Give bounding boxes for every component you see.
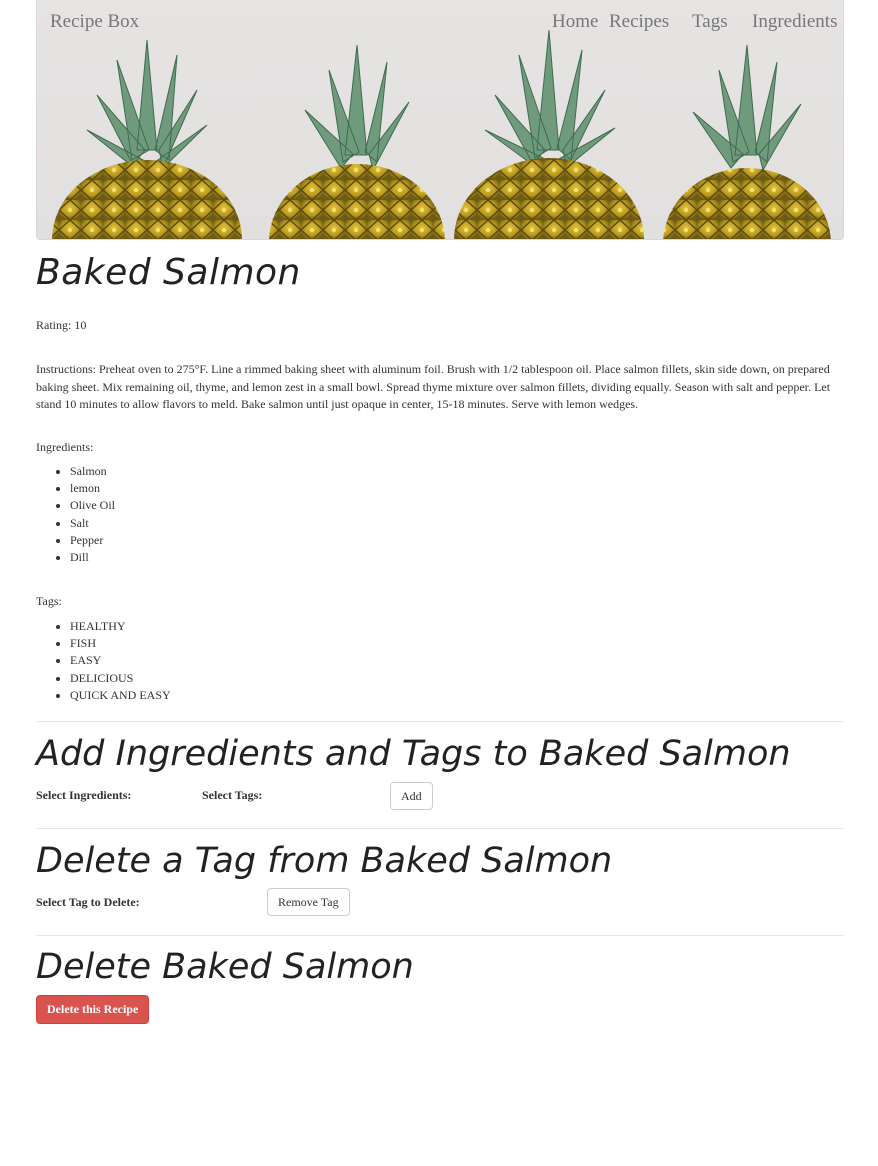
pineapple-background-image <box>52 29 831 239</box>
remove-tag-button[interactable]: Remove Tag <box>267 888 350 916</box>
pineapple-2 <box>269 44 445 239</box>
nav-link-ingredients[interactable]: Ingredients <box>752 11 837 33</box>
pineapple-3 <box>454 29 644 239</box>
ingredient-item: Salt <box>70 515 115 532</box>
delete-tag-heading: Delete a Tag from Baked Salmon <box>36 841 613 881</box>
section-divider <box>36 721 844 722</box>
select-tag-to-delete-label: Select Tag to Delete: <box>36 895 140 909</box>
tags-list: HEALTHY FISH EASY DELICIOUS QUICK AND EA… <box>70 618 171 704</box>
tag-item: HEALTHY <box>70 618 171 635</box>
page-container: Recipe Box Home Recipes Tags Ingredients… <box>36 0 844 1024</box>
ingredient-item: Dill <box>70 549 115 566</box>
tags-label: Tags: <box>36 594 62 608</box>
tag-item: FISH <box>70 635 171 652</box>
ingredients-label: Ingredients: <box>36 440 94 454</box>
recipe-instructions: Instructions: Preheat oven to 275°F. Lin… <box>36 362 831 412</box>
select-tags-label: Select Tags: <box>202 788 263 802</box>
nav-link-recipes[interactable]: Recipes <box>609 11 669 33</box>
delete-recipe-heading: Delete Baked Salmon <box>36 947 414 987</box>
navbar: Home Recipes Tags Ingredients <box>37 11 843 35</box>
ingredient-item: Olive Oil <box>70 497 115 514</box>
add-section-heading: Add Ingredients and Tags to Baked Salmon <box>36 734 791 774</box>
section-divider <box>36 935 844 936</box>
nav-link-tags[interactable]: Tags <box>692 11 728 33</box>
ingredient-item: Salmon <box>70 463 115 480</box>
section-divider <box>36 828 844 829</box>
tag-item: EASY <box>70 652 171 669</box>
ingredient-item: Pepper <box>70 532 115 549</box>
add-button[interactable]: Add <box>390 782 433 810</box>
ingredient-item: lemon <box>70 480 115 497</box>
recipe-rating: Rating: 10 <box>36 318 87 332</box>
delete-recipe-button[interactable]: Delete this Recipe <box>36 995 150 1024</box>
nav-link-home[interactable]: Home <box>552 11 598 33</box>
recipe-title: Baked Salmon <box>36 252 301 293</box>
tag-item: QUICK AND EASY <box>70 687 171 704</box>
select-ingredients-label: Select Ingredients: <box>36 788 132 802</box>
pineapple-4 <box>663 44 831 239</box>
header-hero: Recipe Box Home Recipes Tags Ingredients <box>36 0 844 240</box>
tag-item: DELICIOUS <box>70 670 171 687</box>
ingredients-list: Salmon lemon Olive Oil Salt Pepper Dill <box>70 463 115 566</box>
pineapple-1 <box>52 39 242 239</box>
